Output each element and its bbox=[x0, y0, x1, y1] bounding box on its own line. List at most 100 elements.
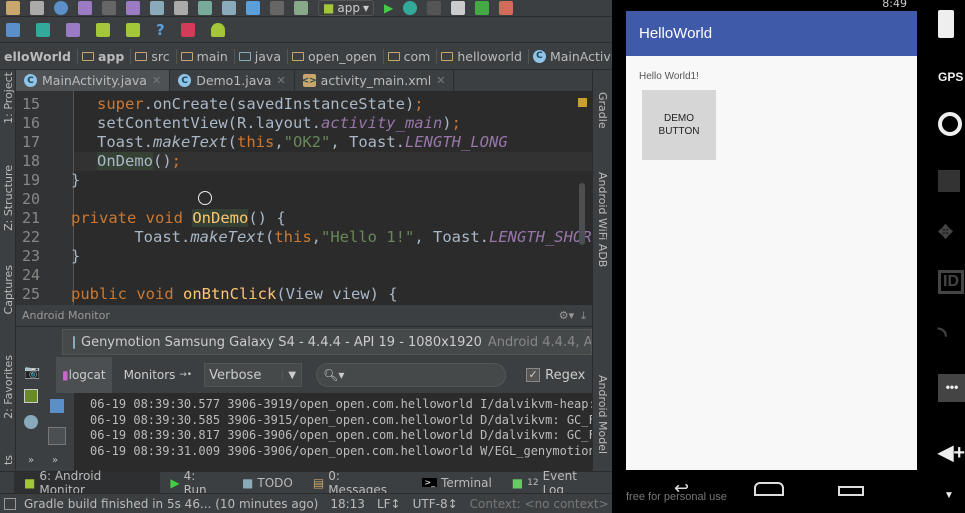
open-icon[interactable] bbox=[6, 1, 20, 15]
build-variants-tool-tab[interactable]: ts bbox=[2, 455, 15, 465]
regex-checkbox[interactable]: ✓ bbox=[526, 368, 541, 382]
tab-event-log[interactable]: ■ 12 Event Log bbox=[502, 469, 612, 497]
hide-icon[interactable]: ⤓ bbox=[581, 309, 586, 322]
run-config-select[interactable]: ■ app ▾ bbox=[318, 0, 374, 16]
forward-icon[interactable] bbox=[270, 1, 284, 15]
scroll-to-end-icon[interactable] bbox=[48, 427, 66, 445]
copy-icon[interactable] bbox=[150, 1, 164, 15]
sdk-manager-icon[interactable] bbox=[96, 22, 110, 37]
network-icon[interactable]: ◝ bbox=[938, 322, 947, 348]
webcam-icon[interactable] bbox=[938, 112, 962, 136]
gps-icon[interactable]: GPS bbox=[938, 70, 963, 84]
captures-tool-tab[interactable]: Captures bbox=[2, 265, 15, 314]
avd-icon[interactable] bbox=[36, 22, 50, 37]
android-model-tool-tab[interactable]: Android Model bbox=[596, 375, 609, 454]
capture-icon[interactable] bbox=[938, 170, 960, 192]
caret-position[interactable]: 18:13 bbox=[330, 497, 365, 511]
sms-icon[interactable]: ••• bbox=[938, 374, 965, 402]
more-icon[interactable]: » bbox=[28, 455, 34, 466]
breadcrumb-label: src bbox=[151, 48, 170, 64]
encoding[interactable]: UTF-8↕ bbox=[413, 497, 458, 511]
tab-todo[interactable]: ■ TODO bbox=[232, 472, 303, 494]
tab-label: TODO bbox=[257, 475, 293, 490]
device-select[interactable]: Genymotion Samsung Galaxy S4 - 4.4.4 - A… bbox=[62, 329, 592, 355]
tab-run[interactable]: ▶ 4: Run bbox=[160, 469, 232, 497]
wifi-adb-icon[interactable] bbox=[210, 22, 225, 37]
run-icon[interactable]: ▶ bbox=[384, 1, 393, 15]
tab-android-monitor[interactable]: ■ 6: Android Monitor bbox=[14, 469, 161, 497]
android-icon[interactable] bbox=[126, 22, 140, 37]
sync-icon[interactable] bbox=[54, 1, 68, 15]
coverage-icon[interactable] bbox=[427, 1, 442, 15]
id-icon[interactable]: ID bbox=[938, 270, 964, 294]
breadcrumb-item[interactable]: elloWorld bbox=[0, 48, 78, 64]
editor-scrollbar[interactable] bbox=[579, 183, 585, 245]
breadcrumb-item[interactable]: helloworld bbox=[437, 48, 529, 64]
tab-activity-main-xml[interactable]: <> activity_main.xml ✕ bbox=[295, 70, 455, 91]
favorites-tool-tab[interactable]: 2: Favorites bbox=[2, 355, 15, 419]
gradle-tool-tab[interactable]: Gradle bbox=[596, 92, 609, 129]
screenshot-icon[interactable]: 📷 bbox=[24, 365, 40, 380]
tab-monitors[interactable]: Monitors →• bbox=[118, 357, 199, 393]
debug-icon[interactable] bbox=[403, 1, 418, 15]
status-message[interactable]: Gradle build finished in 5s 46... (10 mi… bbox=[24, 497, 318, 511]
structure-tool-tab[interactable]: Z: Structure bbox=[2, 165, 15, 231]
breadcrumb-item[interactable]: main bbox=[177, 48, 235, 64]
tab-logcat[interactable]: ▮ logcat bbox=[56, 357, 112, 393]
rerun-icon[interactable] bbox=[475, 1, 490, 15]
logcat-search-input[interactable]: 🔍︎▾ bbox=[316, 363, 507, 387]
breadcrumb-item[interactable]: src bbox=[131, 48, 177, 64]
code-token: } bbox=[71, 247, 81, 265]
logcat-output[interactable]: 06-19 08:39:30.577 3906-3919/open_open.c… bbox=[74, 393, 592, 471]
system-info-icon[interactable] bbox=[24, 415, 38, 429]
breadcrumb-item[interactable]: open_open bbox=[288, 48, 384, 64]
breadcrumb-item[interactable]: java bbox=[235, 48, 288, 64]
attach-icon[interactable] bbox=[451, 1, 466, 15]
screen-record-icon[interactable] bbox=[24, 389, 38, 403]
tab-mainactivity[interactable]: C MainActivity.java ✕ bbox=[16, 70, 171, 91]
close-icon[interactable]: ✕ bbox=[436, 74, 445, 87]
device-screen[interactable]: HelloWorld Hello World1! DEMO BUTTON bbox=[626, 11, 917, 470]
project-structure-icon[interactable] bbox=[6, 22, 20, 37]
line-separator[interactable]: LF↕ bbox=[377, 497, 401, 511]
breadcrumb-item[interactable]: app bbox=[78, 48, 132, 64]
battery-icon[interactable] bbox=[938, 10, 954, 38]
demo-button[interactable]: DEMO BUTTON bbox=[642, 90, 716, 160]
phone-icon bbox=[73, 335, 75, 349]
paste-icon[interactable] bbox=[174, 1, 188, 15]
back-icon[interactable] bbox=[246, 1, 260, 15]
more-down-icon[interactable]: ▼ bbox=[944, 490, 954, 501]
tab-terminal[interactable]: >_ Terminal bbox=[412, 472, 501, 494]
recents-nav-icon[interactable] bbox=[838, 486, 864, 496]
close-icon[interactable]: ✕ bbox=[152, 74, 161, 87]
dpad-icon[interactable]: ✥ bbox=[938, 222, 953, 243]
replace-icon[interactable] bbox=[222, 1, 236, 15]
more-icon[interactable]: » bbox=[52, 455, 58, 466]
project-tool-tab[interactable]: 1: Project bbox=[2, 72, 15, 124]
breadcrumb-item[interactable]: com bbox=[384, 48, 438, 64]
wifi-adb-tool-tab[interactable]: Android WiFi ADB bbox=[596, 172, 609, 267]
redo-icon[interactable] bbox=[102, 1, 116, 15]
clear-logcat-icon[interactable] bbox=[50, 399, 64, 413]
volume-up-icon[interactable]: ◀+ bbox=[938, 440, 965, 465]
cut-icon[interactable] bbox=[126, 1, 140, 15]
tab-messages[interactable]: ▤ 0: Messages bbox=[303, 469, 413, 497]
log-level-select[interactable]: Verbose ▼ bbox=[204, 363, 303, 387]
stop-icon[interactable] bbox=[499, 1, 514, 15]
undo-icon[interactable] bbox=[78, 1, 92, 15]
help-icon[interactable]: ? bbox=[156, 21, 165, 39]
code-editor[interactable]: 15 16 17 18 19 20 21 22 23 24 25 super.onCreate(sa… bbox=[16, 91, 592, 305]
make-icon[interactable] bbox=[294, 1, 308, 15]
warning-marker[interactable] bbox=[578, 98, 587, 107]
home-nav-icon[interactable] bbox=[754, 482, 784, 496]
device-icon[interactable] bbox=[66, 22, 80, 37]
toggle-tool-windows-icon[interactable] bbox=[4, 497, 16, 510]
close-icon[interactable]: ✕ bbox=[276, 74, 285, 87]
tab-demo1[interactable]: C Demo1.java ✕ bbox=[170, 70, 295, 91]
find-icon[interactable] bbox=[198, 1, 212, 15]
context[interactable]: Context: <no context> bbox=[470, 497, 609, 511]
breadcrumb-item[interactable]: CMainActivity bbox=[529, 49, 612, 64]
save-icon[interactable] bbox=[30, 1, 44, 15]
genymotion-device-icon[interactable] bbox=[180, 22, 195, 37]
settings-icon[interactable]: ⚙▾ bbox=[559, 309, 574, 322]
